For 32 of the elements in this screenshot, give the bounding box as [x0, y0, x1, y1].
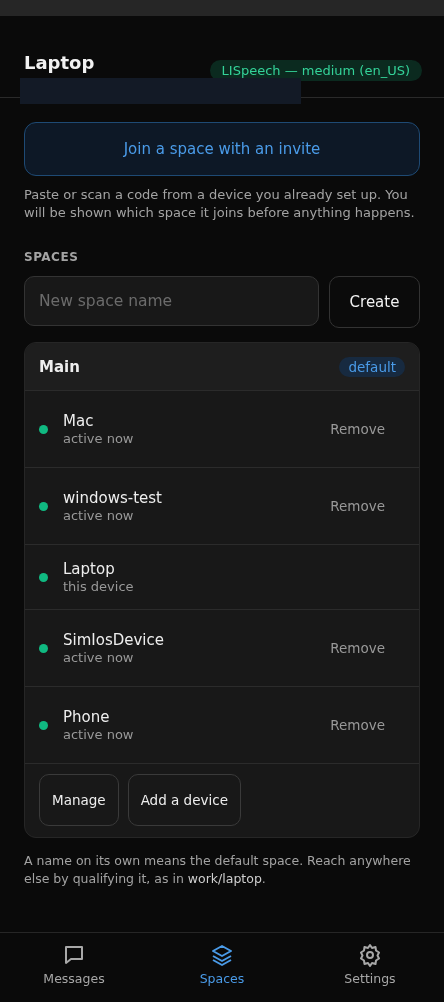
- create-button[interactable]: Create: [329, 276, 420, 328]
- remove-button[interactable]: Remove: [330, 421, 385, 437]
- remove-button[interactable]: Remove: [330, 640, 385, 656]
- nav-tab[interactable]: Messages: [0, 933, 148, 1002]
- nav-tab[interactable]: Settings: [296, 933, 444, 1002]
- space-name: Main: [39, 357, 80, 376]
- footnote: A name on its own means the default space. Reach anywhere else by qualifying it, as in work/laptop.: [24, 852, 412, 888]
- join-hint: Paste or scan a code from a device you already set up. You will be shown which space it joins before anything happens.: [24, 186, 416, 222]
- remove-button[interactable]: Remove: [330, 717, 385, 733]
- settings-icon: [358, 943, 382, 967]
- model-badge: LISpeech — medium (en_US): [209, 60, 422, 81]
- device-name: Phone: [63, 708, 111, 726]
- section-heading: SPACES: [24, 250, 80, 264]
- layers-icon: [210, 943, 234, 967]
- device-name: windows-test: [63, 489, 163, 507]
- device-status: active now: [63, 431, 135, 446]
- nav-tab[interactable]: Spaces: [148, 933, 296, 1002]
- manage-button[interactable]: Manage: [39, 774, 119, 826]
- join-button[interactable]: Join a space with an invite: [24, 122, 420, 176]
- device-status: this device: [63, 579, 135, 594]
- device-name: Mac: [63, 412, 95, 430]
- device-status: active now: [63, 508, 135, 523]
- chat-icon: [62, 943, 86, 967]
- remove-button[interactable]: Remove: [330, 498, 385, 514]
- default-tag: default: [339, 356, 405, 377]
- device-status: active now: [63, 727, 135, 742]
- device-title: Laptop: [24, 52, 95, 73]
- space-name-field[interactable]: New space name: [24, 276, 319, 326]
- device-name: SimIosDevice: [63, 631, 165, 649]
- device-status: active now: [63, 650, 135, 665]
- add-device-button[interactable]: Add a device: [127, 774, 241, 826]
- device-name: Laptop: [63, 560, 116, 578]
